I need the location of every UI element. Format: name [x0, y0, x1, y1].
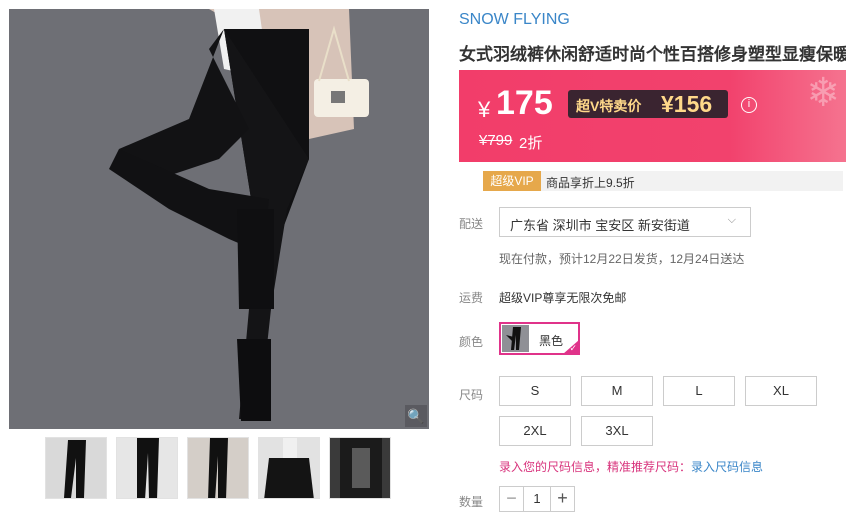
vip-discount-text: 商品享折上9.5折 — [546, 176, 635, 190]
vip-price-tag: 超V特卖价 ¥156 — [568, 90, 728, 118]
vip-price-value: ¥156 — [661, 91, 713, 117]
brand-name[interactable]: SNOW FLYING — [459, 11, 570, 29]
shipping-estimate: 现在付款，预计12月22日发货，12月24日送达 — [499, 252, 745, 266]
vip-badge: 超级VIP — [483, 171, 541, 191]
color-option-black[interactable]: 黑色 ✓ — [499, 322, 580, 355]
size-label: 尺码 — [459, 388, 484, 402]
info-icon[interactable]: i — [741, 97, 757, 113]
size-option-2xl[interactable]: 2XL — [499, 416, 571, 446]
discount-label: 2折 — [519, 135, 543, 152]
color-swatch-image — [502, 325, 529, 352]
snowflake-icon: ❄ — [806, 71, 840, 115]
price-currency: ¥ — [478, 97, 491, 122]
original-price: ¥799 — [479, 132, 513, 149]
quantity-label: 数量 — [459, 495, 484, 509]
thumbnail-5[interactable] — [329, 437, 391, 499]
chevron-down-icon: ⌵ — [727, 214, 736, 226]
size-option-s[interactable]: S — [499, 376, 571, 406]
size-entry-link[interactable]: 录入尺码信息 — [691, 460, 763, 474]
zoom-icon[interactable]: 🔍 — [405, 405, 427, 427]
size-option-m[interactable]: M — [581, 376, 653, 406]
size-hint-text: 录入您的尺码信息，精准推荐尺码： — [499, 460, 692, 474]
size-option-xl[interactable]: XL — [745, 376, 817, 406]
vip-price-label: 超V特卖价 — [576, 98, 642, 114]
thumbnail-strip — [45, 437, 391, 499]
vip-discount-bar: 超级VIP 商品享折上9.5折 — [483, 171, 843, 191]
product-photo — [9, 9, 429, 429]
size-hint: 录入您的尺码信息，精准推荐尺码：录入尺码信息 — [499, 458, 763, 475]
delivery-label: 配送 — [459, 217, 484, 231]
check-icon: ✓ — [569, 343, 577, 353]
thumbnail-1[interactable] — [45, 437, 107, 499]
thumbnail-3[interactable] — [187, 437, 249, 499]
quantity-stepper: − 1 + — [499, 486, 575, 512]
quantity-decrease-button[interactable]: − — [500, 487, 524, 511]
color-label: 颜色 — [459, 335, 484, 349]
address-select[interactable]: 广东省 深圳市 宝安区 新安街道 ⌵ — [499, 207, 751, 237]
product-page: 🔍 SNOW FLYING 女式羽绒裤休闲舒适时尚个性百搭修身塑型显瘦保暖鹅绒裤… — [0, 0, 846, 512]
price-value: 175 — [496, 84, 553, 122]
quantity-input[interactable]: 1 — [524, 491, 550, 506]
thumbnail-4[interactable] — [258, 437, 320, 499]
freight-text: 超级VIP尊享无限次免邮 — [499, 291, 627, 305]
color-option-label: 黑色 — [539, 334, 564, 348]
product-title: 女式羽绒裤休闲舒适时尚个性百搭修身塑型显瘦保暖鹅绒裤 — [459, 45, 846, 64]
price-box: ❄ ¥ 175 超V特卖价 ¥156 i ¥799 2折 — [459, 70, 846, 162]
size-option-3xl[interactable]: 3XL — [581, 416, 653, 446]
main-product-image[interactable]: 🔍 — [9, 9, 429, 429]
size-option-l[interactable]: L — [663, 376, 735, 406]
thumbnail-2[interactable] — [116, 437, 178, 499]
quantity-increase-button[interactable]: + — [550, 487, 574, 511]
address-value: 广东省 深圳市 宝安区 新安街道 — [510, 218, 690, 233]
freight-label: 运费 — [459, 291, 484, 305]
